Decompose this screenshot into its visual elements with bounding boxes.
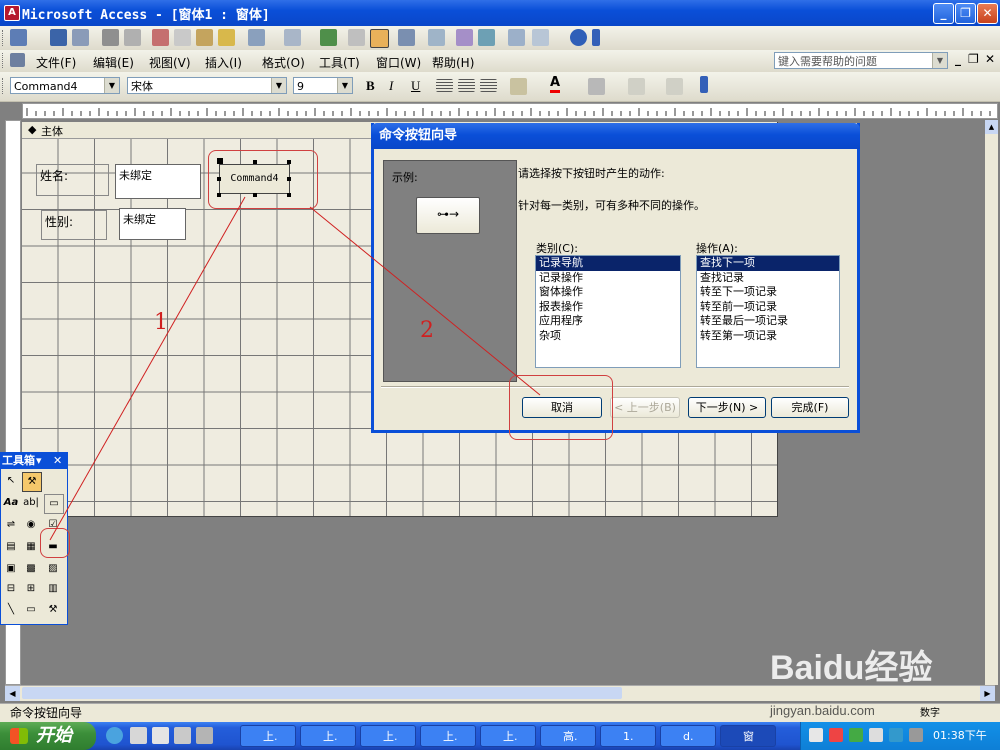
- desktop-icon[interactable]: [152, 727, 169, 744]
- quicklaunch-icon[interactable]: [130, 727, 147, 744]
- scroll-right-icon[interactable]: ▶: [980, 686, 995, 701]
- ie-icon[interactable]: [106, 727, 123, 744]
- scroll-left-icon[interactable]: ◀: [5, 686, 20, 701]
- vertical-scrollbar[interactable]: ▲: [985, 120, 998, 685]
- clock[interactable]: 01:38下午: [933, 722, 987, 750]
- taskbar-item[interactable]: 上.: [240, 725, 296, 747]
- taskbar-item[interactable]: 上.: [480, 725, 536, 747]
- annotation-line-1: [49, 196, 246, 541]
- scroll-up-icon[interactable]: ▲: [985, 120, 998, 134]
- tray-icon[interactable]: [809, 728, 823, 742]
- baidu-watermark-url: jingyan.baidu.com: [770, 703, 875, 718]
- taskbar-item[interactable]: 高.: [540, 725, 596, 747]
- taskbar-item[interactable]: 上.: [420, 725, 476, 747]
- annotation-line-2: [309, 206, 541, 396]
- taskbar-item[interactable]: 1.: [600, 725, 656, 747]
- start-label: 开始: [36, 725, 72, 746]
- windows-logo-icon: [10, 728, 28, 744]
- annotation-number-1: 1: [154, 310, 168, 335]
- folder-icon[interactable]: [196, 727, 213, 744]
- volume-icon[interactable]: [909, 728, 923, 742]
- annotation-lines: [49, 196, 541, 541]
- status-text: 命令按钮向导: [10, 706, 83, 720]
- taskbar-item[interactable]: d.: [660, 725, 716, 747]
- tray-icon[interactable]: [829, 728, 843, 742]
- taskbar-item[interactable]: 上.: [300, 725, 356, 747]
- baidu-watermark: Baidu经验: [770, 649, 933, 687]
- scrollbar-thumb[interactable]: [22, 687, 622, 699]
- taskbar-item-active[interactable]: 窗: [720, 725, 776, 747]
- media-icon[interactable]: [174, 727, 191, 744]
- annotation-number-2: 2: [420, 318, 434, 343]
- start-button[interactable]: 开始: [0, 722, 96, 750]
- tray-icon[interactable]: [869, 728, 883, 742]
- system-tray: 01:38下午: [800, 722, 1000, 750]
- taskbar-item[interactable]: 上.: [360, 725, 416, 747]
- status-mode: 数字: [920, 708, 940, 719]
- tray-icon[interactable]: [849, 728, 863, 742]
- shield-icon[interactable]: [889, 728, 903, 742]
